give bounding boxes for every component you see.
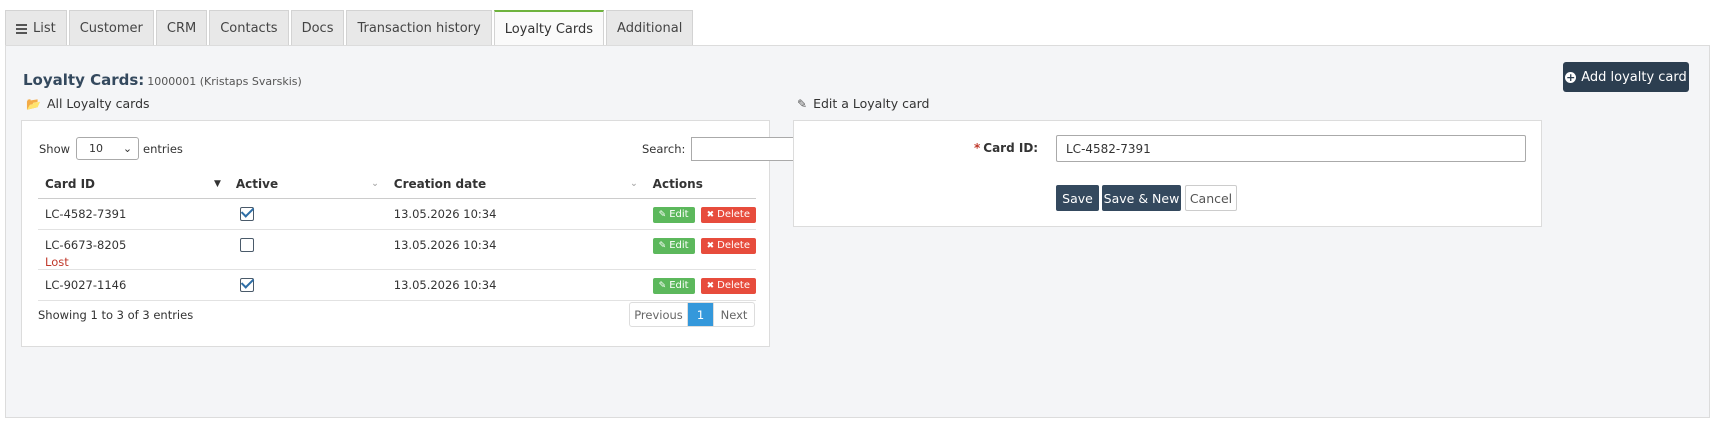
col-label: Creation date [393,177,487,192]
list-icon [16,23,27,34]
card-id-cell: LC-6673-8205 [45,237,127,252]
page-size-control: Show 10 ⌄ entries [39,137,183,160]
col-label: Actions [652,177,703,192]
customer-subtitle: 1000001 (Kristaps Svarskis) [147,75,302,88]
chevron-down-icon: ⌄ [122,142,133,155]
edit-label: Edit [669,280,689,291]
col-creation-date[interactable]: Creation date ⌄ [386,171,646,199]
edit-button[interactable]: ✎ Edit [652,237,695,254]
tab-transaction-history[interactable]: Transaction history [346,10,492,46]
close-icon: ✖ [706,240,715,251]
card-id-input[interactable]: LC-4582-7391 [1056,135,1526,162]
col-label: Active [235,177,279,192]
tab-label: List [33,21,56,36]
table-row: LC-4582-7391 13.05.2026 10:34 ✎ Edit ✖ Del… [38,198,756,230]
table-row: LC-9027-1146 13.05.2026 10:34 ✎ Edit ✖ Del… [38,269,756,301]
tab-list[interactable]: List [5,10,67,46]
pencil-icon: ✎ [658,280,667,291]
required-mark: * [974,141,981,155]
add-loyalty-card-button[interactable]: + Add loyalty card [1563,62,1689,92]
tab-additional[interactable]: Additional [606,10,694,46]
search-label: Search: [642,142,686,156]
delete-label: Delete [717,280,750,291]
plus-circle-icon: + [1565,70,1577,84]
tab-label: Loyalty Cards [504,22,594,37]
next-page-button[interactable]: Next [714,303,754,326]
edit-button[interactable]: ✎ Edit [652,277,695,294]
page-size-value: 10 [89,142,104,155]
tab-loyalty-cards[interactable]: Loyalty Cards [493,10,605,47]
save-button[interactable]: Save [1056,185,1099,211]
close-icon: ✖ [706,209,715,220]
page-1-button[interactable]: 1 [688,303,714,326]
creation-date-cell: 13.05.2026 10:34 [393,206,497,221]
pencil-icon: ✎ [658,240,667,251]
tab-label: Additional [617,21,683,36]
close-icon: ✖ [706,280,715,291]
page-title: Loyalty Cards: 1000001 (Kristaps Svarskis… [23,71,302,89]
pencil-icon: ✎ [658,209,667,220]
edit-label: Edit [669,240,689,251]
card-id-label: * Card ID: [974,141,1038,155]
sort-desc-icon: ▼ [213,179,221,189]
card-id-cell: LC-4582-7391 [45,206,127,221]
all-cards-heading-text: All Loyalty cards [46,96,150,111]
creation-date-cell: 13.05.2026 10:34 [393,277,497,292]
edit-button[interactable]: ✎ Edit [652,206,695,223]
prev-page-button[interactable]: Previous [630,303,688,326]
delete-button[interactable]: ✖ Delete [700,206,756,223]
edit-card-heading: ✎ Edit a Loyalty card [797,96,929,111]
sort-icon: ⌄ [630,179,638,189]
tab-label: Customer [79,21,143,36]
edit-icon: ✎ [797,96,808,111]
delete-label: Delete [717,240,750,251]
sort-icon: ⌄ [371,179,379,189]
add-button-label: Add loyalty card [1581,69,1687,85]
delete-button[interactable]: ✖ Delete [700,277,756,294]
col-label: Card ID [45,177,96,192]
col-card-id[interactable]: Card ID ▼ [38,171,229,199]
delete-label: Delete [717,209,750,220]
tab-bar: List Customer CRM Contacts Docs Transact… [5,10,695,47]
cancel-button[interactable]: Cancel [1185,185,1237,211]
tab-label: Docs [301,21,334,36]
edit-card-box: * Card ID: LC-4582-7391 Save Save & New C… [793,120,1542,227]
active-checkbox[interactable] [239,206,254,221]
loyalty-panel: Loyalty Cards: 1000001 (Kristaps Svarskis… [5,45,1710,418]
entries-label: entries [143,141,183,156]
page-title-text: Loyalty Cards: [23,71,145,89]
tab-crm[interactable]: CRM [155,10,208,46]
delete-button[interactable]: ✖ Delete [700,237,756,254]
edit-label: Edit [669,209,689,220]
table-header-row: Card ID ▼ Active ⌄ Creation date ⌄ Actions [38,171,756,199]
col-actions: Actions [645,171,756,199]
tab-docs[interactable]: Docs [290,10,345,46]
col-active[interactable]: Active ⌄ [228,171,387,199]
card-id-label-text: Card ID: [983,141,1039,155]
lost-status: Lost [45,254,69,269]
folder-open-icon: 📂 [26,96,41,111]
tab-label: Contacts [220,21,278,36]
active-checkbox[interactable] [239,237,254,252]
table-row: LC-6673-8205 Lost 13.05.2026 10:34 ✎ Edit … [38,229,756,270]
card-id-cell: LC-9027-1146 [45,277,127,292]
loyalty-cards-table: Card ID ▼ Active ⌄ Creation date ⌄ Actions … [38,171,756,301]
active-checkbox[interactable] [239,277,254,292]
table-info: Showing 1 to 3 of 3 entries [38,308,194,322]
cards-table-box: Show 10 ⌄ entries Search: Card ID ▼ Activ… [21,120,824,347]
all-cards-heading: 📂 All Loyalty cards [26,96,150,111]
tab-label: Transaction history [357,21,481,36]
page-size-select[interactable]: 10 ⌄ [76,137,140,160]
tab-label: CRM [166,21,197,36]
tab-customer[interactable]: Customer [68,10,154,46]
save-new-button[interactable]: Save & New [1102,185,1181,211]
creation-date-cell: 13.05.2026 10:34 [393,237,497,252]
edit-card-heading-text: Edit a Loyalty card [813,96,930,111]
pagination: Previous 1 Next [629,302,755,327]
show-label: Show [39,141,71,156]
tab-contacts[interactable]: Contacts [209,10,289,46]
